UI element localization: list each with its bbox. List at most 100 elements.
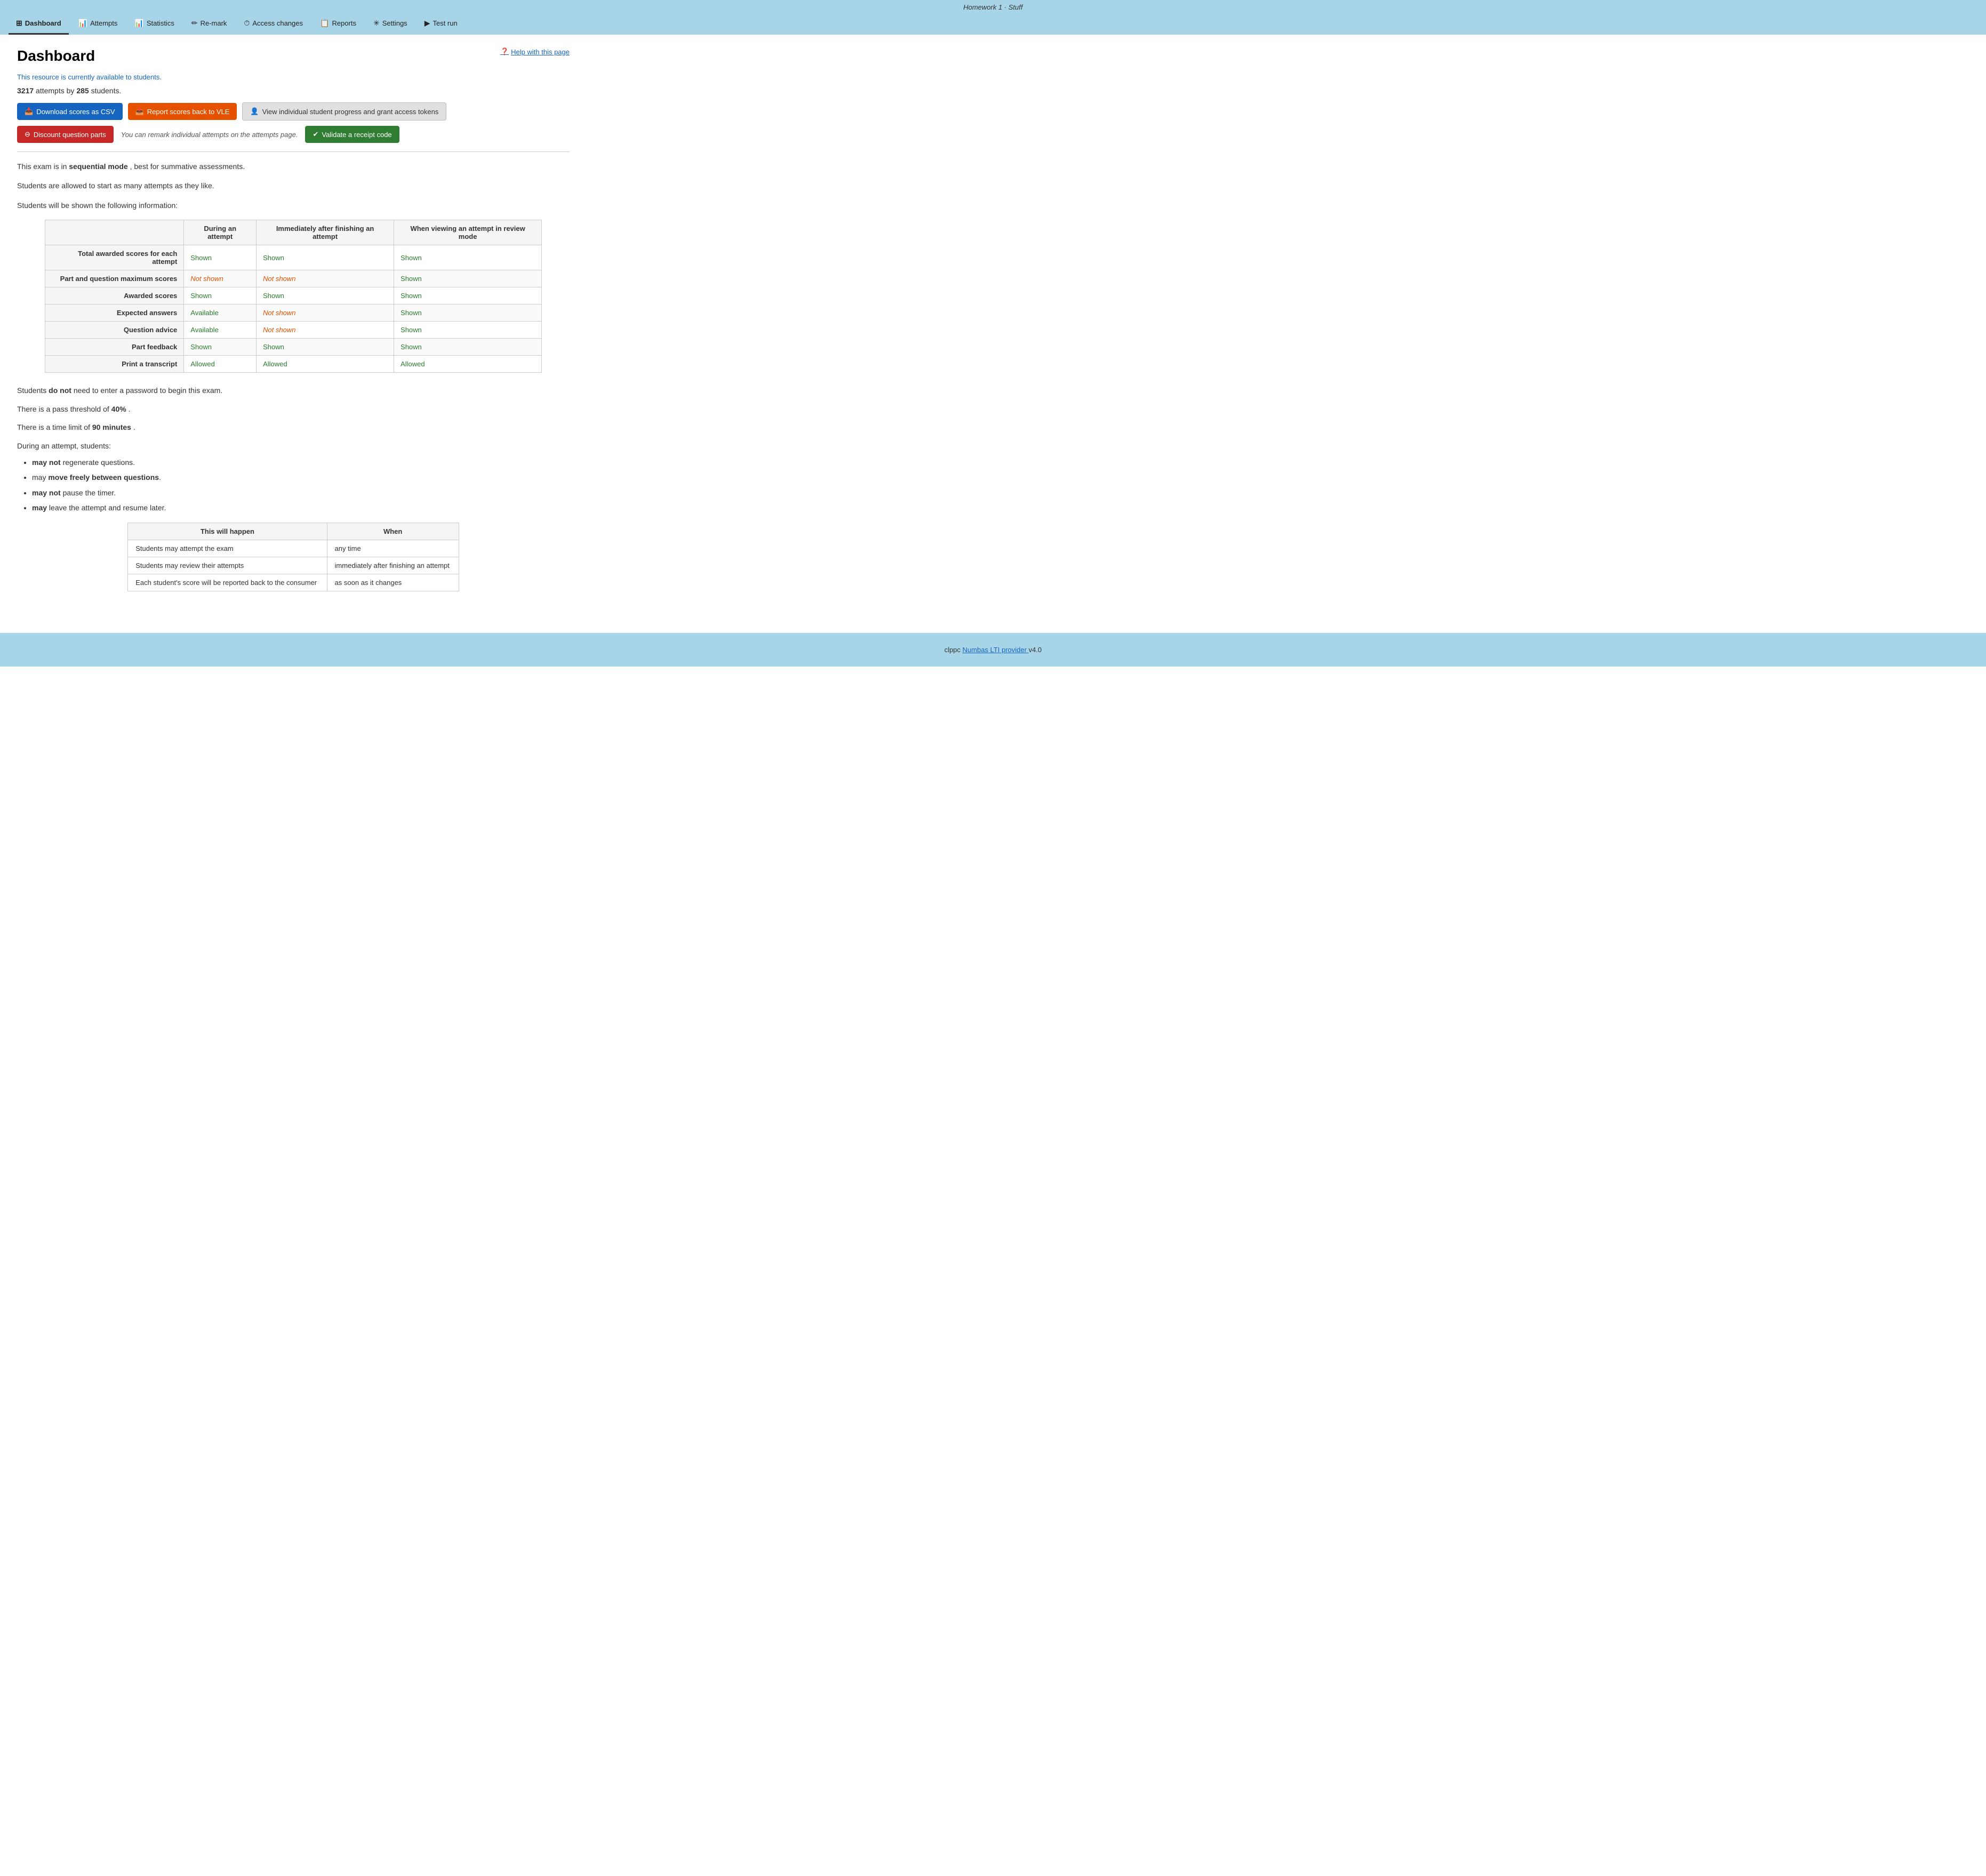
table-row: Awarded scoresShownShownShown xyxy=(45,287,541,304)
row-during: Available xyxy=(184,322,257,339)
download-csv-label: Download scores as CSV xyxy=(36,108,115,116)
nav-dashboard-label: Dashboard xyxy=(25,19,61,27)
nav-settings[interactable]: ✳ Settings xyxy=(366,13,415,35)
row-review: Shown xyxy=(394,245,542,270)
password-bold: do not xyxy=(49,386,71,395)
validate-label: Validate a receipt code xyxy=(322,131,391,139)
nav-test-run[interactable]: ▶ Test run xyxy=(417,13,465,35)
report-vle-button[interactable]: 📤 Report scores back to VLE xyxy=(128,103,237,120)
nav-remark[interactable]: ✏ Re-mark xyxy=(184,13,235,35)
row-after: Shown xyxy=(257,245,394,270)
page-header: Dashboard ❓ Help with this page xyxy=(17,47,570,65)
test-run-icon: ▶ xyxy=(425,19,430,28)
table-row: Print a transcriptAllowedAllowedAllowed xyxy=(45,356,541,373)
help-icon: ❓ xyxy=(500,47,509,56)
sequential-suffix: , best for summative assessments. xyxy=(130,162,245,171)
row-label: Awarded scores xyxy=(45,287,183,304)
password-suffix: need to enter a password to begin this e… xyxy=(74,386,222,395)
schedule-event: Students may attempt the exam xyxy=(128,540,327,557)
row-during: Not shown xyxy=(184,270,257,287)
table-row: Each student's score will be reported ba… xyxy=(128,574,459,591)
row-during: Shown xyxy=(184,245,257,270)
time-limit: There is a time limit of 90 minutes . xyxy=(17,420,570,435)
pass-threshold: There is a pass threshold of 40% . xyxy=(17,402,570,416)
table-row: Part feedbackShownShownShown xyxy=(45,339,541,356)
time-suffix: . xyxy=(133,423,135,431)
info-table-header-1: During an attempt xyxy=(184,220,257,245)
nav-statistics-label: Statistics xyxy=(147,19,174,27)
dashboard-icon: ⊞ xyxy=(16,19,22,28)
pass-suffix: . xyxy=(129,405,131,413)
nav-remark-label: Re-mark xyxy=(201,19,227,27)
row-during: Shown xyxy=(184,287,257,304)
nav-dashboard[interactable]: ⊞ Dashboard xyxy=(9,13,69,35)
shown-info: Students will be shown the following inf… xyxy=(17,199,570,211)
table-row: Question adviceAvailableNot shownShown xyxy=(45,322,541,339)
time-prefix: There is a time limit of xyxy=(17,423,90,431)
footer-text: clppc xyxy=(944,646,960,654)
discount-label: Discount question parts xyxy=(34,131,106,139)
password-info: Students do not need to enter a password… xyxy=(17,383,570,398)
numbas-link[interactable]: Numbas LTI provider xyxy=(963,646,1029,654)
nav-statistics[interactable]: 📊 Statistics xyxy=(127,13,181,35)
stats-end: students. xyxy=(91,86,122,95)
download-csv-button[interactable]: 📥 Download scores as CSV xyxy=(17,103,123,120)
person-icon: 👤 xyxy=(250,107,259,116)
view-progress-button[interactable]: 👤 View individual student progress and g… xyxy=(242,102,446,121)
during-text: During an attempt, students: xyxy=(17,439,570,453)
list-item: may leave the attempt and resume later. xyxy=(32,501,570,515)
pass-bold: 40% xyxy=(111,405,126,413)
nav-access-changes-label: Access changes xyxy=(252,19,303,27)
info-table-header-2: Immediately after finishing an attempt xyxy=(257,220,394,245)
conditions-list: may not regenerate questions.may move fr… xyxy=(32,455,570,515)
row-label: Expected answers xyxy=(45,304,183,322)
row-after: Not shown xyxy=(257,322,394,339)
discount-button[interactable]: ⊖ Discount question parts xyxy=(17,126,114,143)
nav-attempts[interactable]: 📊 Attempts xyxy=(71,13,125,35)
validate-button[interactable]: ✔ Validate a receipt code xyxy=(305,126,399,143)
row-label: Print a transcript xyxy=(45,356,183,373)
availability-status: This resource is currently available to … xyxy=(17,73,570,81)
nav-test-run-label: Test run xyxy=(433,19,457,27)
view-progress-label: View individual student progress and gra… xyxy=(262,108,439,116)
row-label: Total awarded scores for each attempt xyxy=(45,245,183,270)
password-prefix: Students xyxy=(17,386,46,395)
subtitle: Homework 1 · Stuff xyxy=(0,0,1986,13)
row-review: Shown xyxy=(394,339,542,356)
schedule-table: This will happen When Students may attem… xyxy=(127,523,459,591)
sequential-mode-info: This exam is in sequential mode , best f… xyxy=(17,161,570,172)
table-row: Part and question maximum scoresNot show… xyxy=(45,270,541,287)
primary-buttons: 📥 Download scores as CSV 📤 Report scores… xyxy=(17,102,570,121)
list-item: may move freely between questions. xyxy=(32,470,570,485)
nav-reports[interactable]: 📋 Reports xyxy=(313,13,364,35)
statistics-icon: 📊 xyxy=(134,19,143,28)
settings-icon: ✳ xyxy=(373,19,380,28)
navigation: ⊞ Dashboard 📊 Attempts 📊 Statistics ✏ Re… xyxy=(0,13,1986,35)
row-review: Allowed xyxy=(394,356,542,373)
report-icon: 📤 xyxy=(135,107,144,116)
checkmark-icon: ✔ xyxy=(313,130,318,139)
table-row: Students may attempt the examany time xyxy=(128,540,459,557)
download-icon: 📥 xyxy=(25,107,33,116)
list-item: may not pause the timer. xyxy=(32,486,570,500)
divider xyxy=(17,151,570,152)
row-after: Allowed xyxy=(257,356,394,373)
report-vle-label: Report scores back to VLE xyxy=(147,108,230,116)
row-after: Not shown xyxy=(257,270,394,287)
schedule-event: Students may review their attempts xyxy=(128,557,327,574)
row-after: Shown xyxy=(257,339,394,356)
nav-access-changes[interactable]: ⏱ Access changes xyxy=(236,13,310,35)
remark-row: ⊖ Discount question parts You can remark… xyxy=(17,126,570,143)
remark-note: You can remark individual attempts on th… xyxy=(121,131,298,139)
table-row: Total awarded scores for each attemptSho… xyxy=(45,245,541,270)
attempts-count: 3217 xyxy=(17,86,34,95)
footer: clppc Numbas LTI provider v4.0 xyxy=(0,633,1986,667)
help-link[interactable]: ❓ Help with this page xyxy=(500,47,570,56)
row-during: Allowed xyxy=(184,356,257,373)
row-review: Shown xyxy=(394,304,542,322)
schedule-header-0: This will happen xyxy=(128,523,327,540)
list-item: may not regenerate questions. xyxy=(32,455,570,470)
schedule-when: any time xyxy=(327,540,459,557)
help-link-label: Help with this page xyxy=(511,48,570,56)
info-table-header-0 xyxy=(45,220,183,245)
